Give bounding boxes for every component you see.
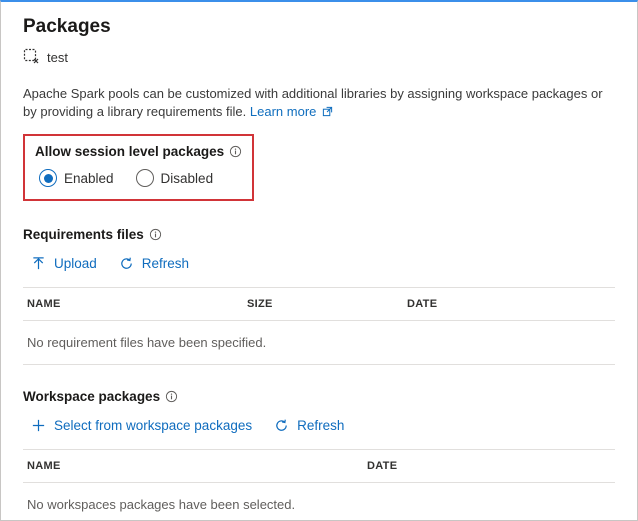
workspace-empty-row: No workspaces packages have been selecte… [23, 483, 615, 521]
refresh-button-label: Refresh [297, 418, 344, 433]
session-packages-label-text: Allow session level packages [35, 144, 224, 159]
session-packages-label: Allow session level packages [35, 144, 242, 159]
upload-button-label: Upload [54, 256, 97, 271]
info-icon[interactable] [229, 145, 242, 158]
enabled-radio[interactable]: Enabled [39, 169, 114, 187]
upload-icon [31, 256, 46, 271]
workspace-heading: Workspace packages [23, 389, 615, 404]
refresh-button[interactable]: Refresh [272, 416, 346, 435]
learn-more-label: Learn more [250, 104, 316, 119]
upload-button[interactable]: Upload [29, 254, 99, 273]
info-icon[interactable] [165, 390, 178, 403]
workspace-heading-text: Workspace packages [23, 389, 160, 404]
pool-row: test [23, 48, 615, 67]
column-size[interactable]: SIZE [247, 298, 407, 310]
radio-icon [136, 169, 154, 187]
workspace-toolbar: Select from workspace packages Refresh [23, 416, 615, 435]
column-name[interactable]: NAME [27, 298, 247, 310]
plus-icon [31, 418, 46, 433]
external-link-icon [320, 104, 333, 119]
requirements-heading: Requirements files [23, 227, 615, 242]
select-packages-button[interactable]: Select from workspace packages [29, 416, 254, 435]
column-name[interactable]: NAME [27, 460, 367, 472]
session-packages-radio-group: Enabled Disabled [35, 169, 242, 187]
learn-more-link[interactable]: Learn more [250, 104, 333, 119]
intro-text-block: Apache Spark pools can be customized wit… [23, 85, 615, 120]
packages-panel: Packages test Apache Spark pools can be … [0, 0, 638, 521]
refresh-icon [119, 256, 134, 271]
refresh-button[interactable]: Refresh [117, 254, 191, 273]
pool-name: test [47, 50, 68, 65]
select-packages-label: Select from workspace packages [54, 418, 252, 433]
enabled-radio-label: Enabled [64, 171, 114, 186]
refresh-icon [274, 418, 289, 433]
requirements-table-header: NAME SIZE DATE [23, 287, 615, 321]
requirements-empty-row: No requirement files have been specified… [23, 321, 615, 365]
info-icon[interactable] [149, 228, 162, 241]
refresh-button-label: Refresh [142, 256, 189, 271]
column-date[interactable]: DATE [367, 460, 611, 472]
workspace-table-header: NAME DATE [23, 449, 615, 483]
column-date[interactable]: DATE [407, 298, 611, 310]
page-title: Packages [23, 16, 615, 38]
radio-icon [39, 169, 57, 187]
spark-pool-icon [23, 48, 39, 67]
requirements-toolbar: Upload Refresh [23, 254, 615, 273]
disabled-radio-label: Disabled [161, 171, 214, 186]
requirements-heading-text: Requirements files [23, 227, 144, 242]
disabled-radio[interactable]: Disabled [136, 169, 214, 187]
session-packages-highlight: Allow session level packages Enabled Dis… [23, 134, 254, 201]
